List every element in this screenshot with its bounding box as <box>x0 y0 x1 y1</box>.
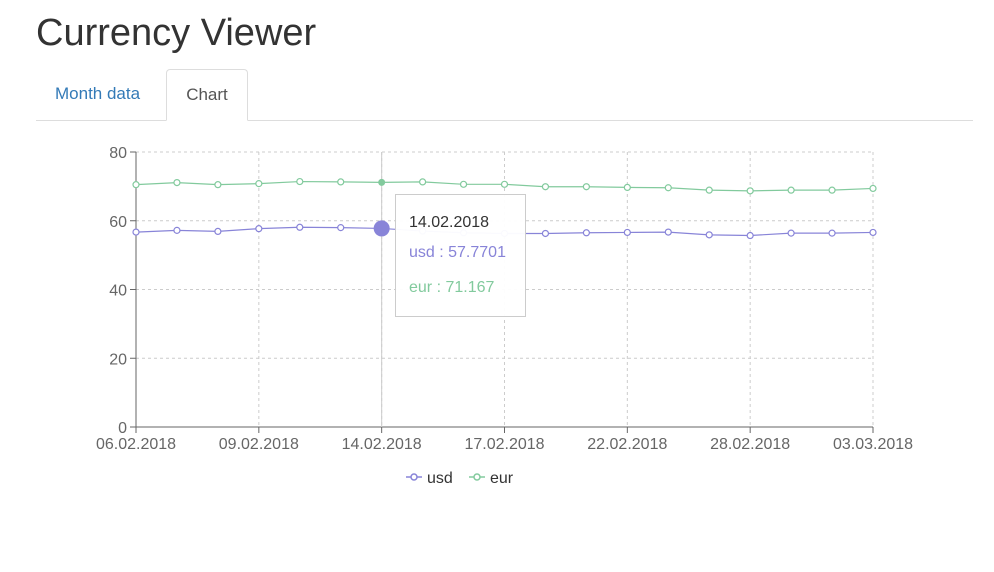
data-point-eur <box>173 178 181 187</box>
data-point-eur <box>664 184 672 192</box>
data-point-eur <box>582 183 590 191</box>
data-point-usd <box>214 227 222 236</box>
data-point-eur <box>623 183 631 192</box>
data-point-usd <box>787 229 795 237</box>
data-point-eur <box>419 178 427 186</box>
active-point-eur <box>378 178 386 186</box>
data-point-usd <box>255 225 263 233</box>
data-point-usd <box>541 229 550 238</box>
data-point-usd <box>296 223 304 231</box>
data-point-eur <box>214 181 222 189</box>
data-point-eur <box>746 187 754 195</box>
data-point-usd <box>869 228 877 237</box>
legend-label-eur: eur <box>490 470 514 487</box>
data-point-eur <box>541 183 550 191</box>
tooltip-date: 14.02.2018 <box>409 214 490 231</box>
y-tick-label: 40 <box>109 283 127 300</box>
y-tick-label: 0 <box>118 420 127 437</box>
data-point-usd <box>746 231 754 240</box>
data-point-eur <box>459 180 468 188</box>
data-point-eur <box>705 186 713 194</box>
data-point-eur <box>132 181 140 189</box>
x-tick-label: 28.02.2018 <box>710 436 790 453</box>
x-tick-label: 06.02.2018 <box>96 436 176 453</box>
data-point-usd <box>173 226 181 234</box>
data-point-eur <box>869 184 877 193</box>
data-point-eur <box>296 177 304 186</box>
data-point-usd <box>623 228 631 237</box>
x-tick-label: 14.02.2018 <box>342 436 422 453</box>
chart-tooltip: 14.02.2018 usd : 57.7701 eur : 71.167 <box>395 194 526 317</box>
data-point-eur <box>828 186 836 194</box>
data-point-eur <box>337 178 345 186</box>
y-tick-label: 60 <box>109 214 127 231</box>
data-point-usd <box>582 229 590 237</box>
data-point-eur <box>255 180 263 188</box>
x-tick-label: 17.02.2018 <box>464 436 544 453</box>
data-point-usd <box>705 231 713 239</box>
legend-label-usd: usd <box>427 470 453 487</box>
data-point-usd <box>828 229 836 237</box>
data-point-usd <box>664 228 672 236</box>
data-point-usd <box>337 224 345 232</box>
active-point-usd <box>373 220 390 237</box>
x-tick-label: 09.02.2018 <box>219 436 299 453</box>
y-tick-label: 20 <box>109 351 127 368</box>
data-point-eur <box>500 180 509 188</box>
data-point-usd <box>132 228 140 236</box>
x-tick-label: 22.02.2018 <box>587 436 667 453</box>
data-point-eur <box>787 186 795 194</box>
x-tick-label: 03.03.2018 <box>833 436 913 453</box>
legend-icon-dot-usd <box>410 473 418 481</box>
tooltip-usd-value: usd : 57.7701 <box>409 244 506 261</box>
legend-icon-dot-eur <box>473 473 481 481</box>
y-tick-label: 80 <box>109 145 127 162</box>
tooltip-eur-value: eur : 71.167 <box>409 279 495 296</box>
